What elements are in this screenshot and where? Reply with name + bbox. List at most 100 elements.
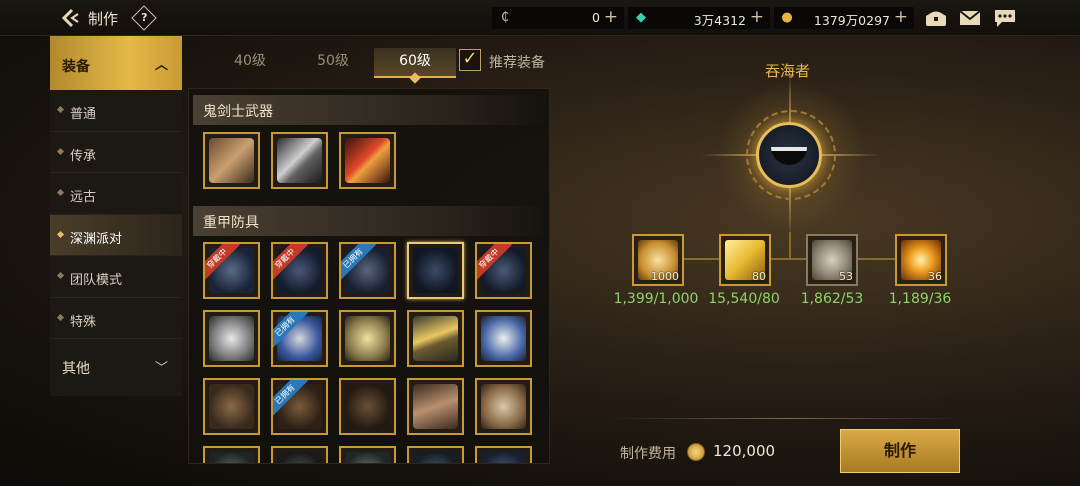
back-arrow-icon[interactable]: [58, 6, 82, 30]
currency-gem: ◆ 3万4312 +: [628, 7, 770, 29]
section-header-armor: 重甲防具: [193, 206, 547, 236]
currency-gold: ● 1379万0297 +: [774, 7, 914, 29]
chevron-up-icon: ︿: [154, 58, 168, 73]
dark-armor-icon: [209, 452, 254, 463]
chat-icon[interactable]: [993, 8, 1015, 28]
item-slot[interactable]: 已拥有: [339, 242, 396, 299]
item-slot[interactable]: [271, 132, 328, 189]
currency-value: 3万4312: [693, 13, 746, 28]
gold-coin-icon: ●: [781, 10, 793, 25]
material-connector: [789, 232, 791, 260]
recommend-label: 推荐装备: [489, 55, 545, 71]
item-slot[interactable]: [203, 446, 260, 463]
item-slot[interactable]: [407, 378, 464, 435]
add-c-coin-button[interactable]: +: [604, 7, 618, 27]
flame-blade-icon: [345, 138, 390, 183]
silver-boots-icon: [481, 316, 526, 361]
material-required: 80: [752, 270, 766, 283]
gold-coin-icon: [687, 443, 705, 461]
tab-level-60[interactable]: 60级: [374, 48, 456, 78]
currency-c-coin: ₵ 0 +: [492, 7, 624, 29]
tab-level-50[interactable]: 50级: [292, 48, 374, 78]
page-title: 制作: [88, 10, 119, 28]
bronze-belt-icon: [413, 384, 458, 429]
item-slot[interactable]: [339, 446, 396, 463]
gold-belt-icon: [413, 316, 458, 361]
material-owned-count: 15,540/80: [708, 291, 780, 307]
section-header-weapon: 鬼剑士武器: [193, 95, 547, 125]
dark-pants-icon: [345, 452, 390, 463]
item-slot[interactable]: [475, 378, 532, 435]
item-slot[interactable]: [339, 132, 396, 189]
nav-category-equipment[interactable]: 装备 ︿: [50, 36, 182, 90]
material-slot[interactable]: 53: [806, 234, 858, 286]
gem-icon: ◆: [636, 10, 646, 25]
recommend-checkbox[interactable]: ✓: [459, 49, 481, 71]
item-name: 吞海者: [765, 62, 811, 80]
item-slot[interactable]: 穿戴中: [271, 242, 328, 299]
material-owned-count: 1,399/1,000: [613, 291, 699, 307]
sea-devourer-helm-icon: [771, 147, 807, 165]
item-slot[interactable]: 已拥有: [271, 310, 328, 367]
sea-devourer-helm-icon: [413, 248, 458, 293]
material-owned-count: 1,862/53: [800, 291, 864, 307]
help-button[interactable]: ?: [131, 5, 157, 31]
nav-item-ancient[interactable]: 远古: [50, 173, 182, 215]
bronze-armor-icon: [209, 384, 254, 429]
currency-value: 1379万0297: [813, 13, 890, 28]
bronze-pants-icon: [345, 384, 390, 429]
diamond-bullet-icon: [56, 188, 65, 197]
item-slot[interactable]: [203, 378, 260, 435]
nav-item-raid-mode[interactable]: 团队模式: [50, 256, 182, 298]
item-slot[interactable]: [407, 446, 464, 463]
item-slot[interactable]: 穿戴中: [475, 242, 532, 299]
item-slot[interactable]: [271, 446, 328, 463]
material-owned-count: 1,189/36: [888, 291, 952, 307]
gold-trim-pants-icon: [345, 316, 390, 361]
add-gold-button[interactable]: +: [894, 7, 908, 27]
nav-item-legacy[interactable]: 传承: [50, 132, 182, 173]
pickaxe-sword-icon: [277, 138, 322, 183]
dark-chest-icon: [277, 452, 322, 463]
dark-belt-icon: [413, 452, 458, 463]
nav-category-other[interactable]: 其他 ﹀: [50, 339, 182, 395]
bronze-boots-icon: [481, 384, 526, 429]
add-gem-button[interactable]: +: [750, 7, 764, 27]
item-slot[interactable]: [339, 310, 396, 367]
mail-icon[interactable]: [958, 8, 981, 28]
top-bar: 制作 ? ₵ 0 + ◆ 3万4312 + ● 1379万0297 +: [0, 0, 1080, 36]
diamond-bullet-icon: [56, 147, 65, 155]
item-slot-selected[interactable]: [407, 242, 464, 299]
material-slot[interactable]: 36: [895, 234, 947, 286]
category-sidebar: 装备 ︿ 普通 传承 远古 深渊派对 团队模式 特殊 其他 ﹀: [50, 36, 182, 396]
item-slot[interactable]: [203, 310, 260, 367]
currency-value: 0: [592, 10, 600, 25]
material-required: 36: [928, 270, 942, 283]
dark-boots-icon: [481, 452, 526, 463]
treasure-chest-icon[interactable]: [924, 8, 946, 28]
material-required: 53: [839, 270, 853, 283]
item-list-panel[interactable]: 鬼剑士武器 重甲防具 穿戴中 穿戴中 已拥有 穿戴中 已拥有 已拥有: [188, 88, 550, 464]
item-slot[interactable]: 已拥有: [271, 378, 328, 435]
diamond-bullet-icon: [56, 313, 65, 321]
material-slot[interactable]: 80: [719, 234, 771, 286]
divider: [612, 418, 962, 419]
crafted-item-icon[interactable]: [756, 122, 822, 188]
nav-item-normal[interactable]: 普通: [50, 90, 182, 132]
tab-level-40[interactable]: 40级: [209, 48, 291, 78]
diamond-bullet-icon: [56, 230, 65, 238]
item-slot[interactable]: [339, 378, 396, 435]
item-slot[interactable]: [475, 310, 532, 367]
item-slot[interactable]: [203, 132, 260, 189]
item-slot[interactable]: [475, 446, 532, 463]
diamond-bullet-icon: [56, 105, 65, 114]
nav-item-abyss-party[interactable]: 深渊派对: [50, 214, 182, 256]
nav-item-special[interactable]: 特殊: [50, 298, 182, 339]
material-slot[interactable]: 1000: [632, 234, 684, 286]
checkmark-icon: ✓: [462, 48, 478, 69]
c-coin-icon: ₵: [500, 10, 510, 25]
item-slot[interactable]: 穿戴中: [203, 242, 260, 299]
item-slot[interactable]: [407, 310, 464, 367]
material-required: 1000: [651, 270, 679, 283]
craft-button[interactable]: 制作: [840, 429, 960, 473]
